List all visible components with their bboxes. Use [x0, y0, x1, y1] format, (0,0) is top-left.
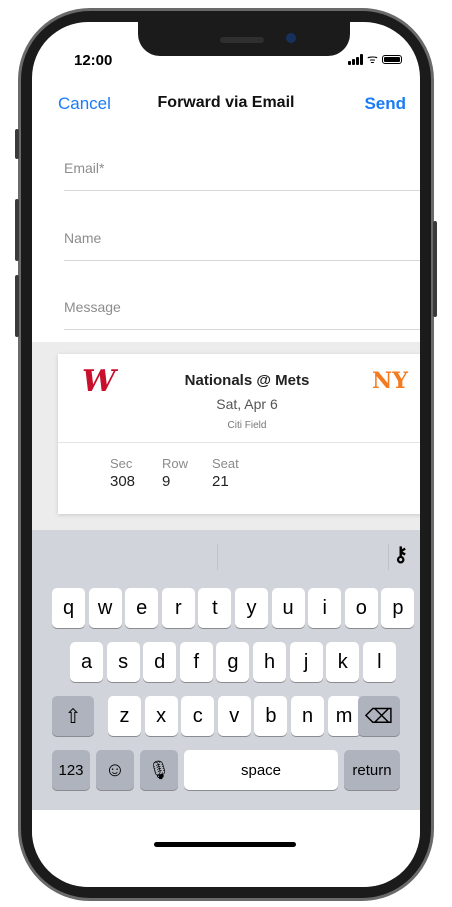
signal-icon	[348, 53, 364, 65]
battery-icon	[382, 54, 402, 64]
key-c[interactable]: c	[181, 696, 215, 736]
key-i[interactable]: i	[308, 588, 342, 628]
key-v[interactable]: v	[217, 696, 251, 736]
key-a[interactable]: a	[70, 642, 103, 682]
row-info: Row 9	[162, 456, 188, 490]
mets-logo: NY	[372, 368, 408, 394]
key-q[interactable]: q	[52, 588, 85, 628]
name-field[interactable]	[64, 230, 420, 246]
seat-value: 21	[212, 473, 229, 490]
suggestion-divider	[217, 544, 218, 570]
numbers-key[interactable]: 123	[52, 750, 90, 790]
key-u[interactable]: u	[271, 588, 305, 628]
key-z[interactable]: z	[108, 696, 141, 736]
key-x[interactable]: x	[144, 696, 178, 736]
game-date: Sat, Apr 6	[216, 396, 278, 412]
shift-key[interactable]: ⇧	[52, 696, 94, 736]
power-button	[433, 221, 437, 317]
key-j[interactable]: j	[289, 642, 323, 682]
delete-key[interactable]: ⌫	[358, 696, 400, 736]
row-label: Row	[162, 456, 189, 471]
section-label: Sec	[110, 456, 133, 471]
password-key-icon[interactable]: ⚷	[393, 542, 408, 567]
seat-info: Seat 21	[212, 456, 239, 490]
email-field[interactable]	[64, 160, 420, 176]
key-b[interactable]: b	[254, 696, 288, 736]
key-e[interactable]: e	[125, 588, 159, 628]
home-indicator[interactable]	[154, 842, 296, 847]
suggestion-divider	[388, 544, 389, 570]
email-field-row	[64, 160, 420, 191]
key-o[interactable]: o	[344, 588, 378, 628]
suggestion-bar: ⚷	[32, 530, 420, 580]
row-value: 9	[162, 473, 171, 490]
status-icons: ᯤ	[348, 53, 402, 65]
notch	[138, 22, 350, 56]
home-area	[32, 810, 420, 887]
phone-screen: 12:00 ᯤ Cancel Forward via Email Send W …	[32, 22, 420, 887]
volume-up-button	[15, 199, 19, 261]
space-key[interactable]: space	[184, 750, 338, 790]
ticket-card: W Nationals @ Mets Sat, Apr 6 Citi Field…	[58, 354, 420, 514]
keyboard: ⚷ q w e r t y u i o p a s d f g h j k l ⇧ z x c v b n m ⌫ 123 ☺ 🎙 space…	[32, 530, 420, 810]
key-w[interactable]: w	[88, 588, 122, 628]
key-g[interactable]: g	[216, 642, 250, 682]
key-h[interactable]: h	[253, 642, 286, 682]
key-r[interactable]: r	[161, 588, 195, 628]
key-d[interactable]: d	[143, 642, 177, 682]
name-field-row	[64, 230, 420, 261]
section-value: 308	[110, 473, 136, 490]
key-t[interactable]: t	[198, 588, 232, 628]
wifi-icon: ᯤ	[367, 52, 378, 66]
message-field-row	[64, 299, 420, 330]
ticket-divider	[58, 442, 420, 443]
speaker	[220, 37, 264, 43]
status-time: 12:00	[74, 52, 113, 69]
key-f[interactable]: f	[179, 642, 213, 682]
message-field[interactable]	[64, 299, 420, 315]
key-y[interactable]: y	[235, 588, 268, 628]
camera	[286, 33, 296, 43]
emoji-key[interactable]: ☺	[96, 750, 134, 790]
key-p[interactable]: p	[381, 588, 415, 628]
key-s[interactable]: s	[106, 642, 140, 682]
volume-down-button	[15, 275, 19, 337]
send-button[interactable]: Send	[364, 94, 406, 114]
game-venue: Citi Field	[227, 420, 267, 431]
cancel-button[interactable]: Cancel	[58, 94, 111, 114]
nav-bar: Cancel Forward via Email Send	[32, 94, 420, 118]
key-m[interactable]: m	[327, 696, 361, 736]
key-k[interactable]: k	[326, 642, 360, 682]
key-n[interactable]: n	[291, 696, 324, 736]
mute-switch	[15, 129, 19, 159]
microphone-key[interactable]: 🎙	[140, 750, 178, 790]
section-info: Sec 308	[110, 456, 135, 490]
seat-label: Seat	[212, 456, 239, 471]
key-l[interactable]: l	[362, 642, 396, 682]
game-title: Nationals @ Mets	[184, 372, 310, 389]
return-key[interactable]: return	[344, 750, 400, 790]
